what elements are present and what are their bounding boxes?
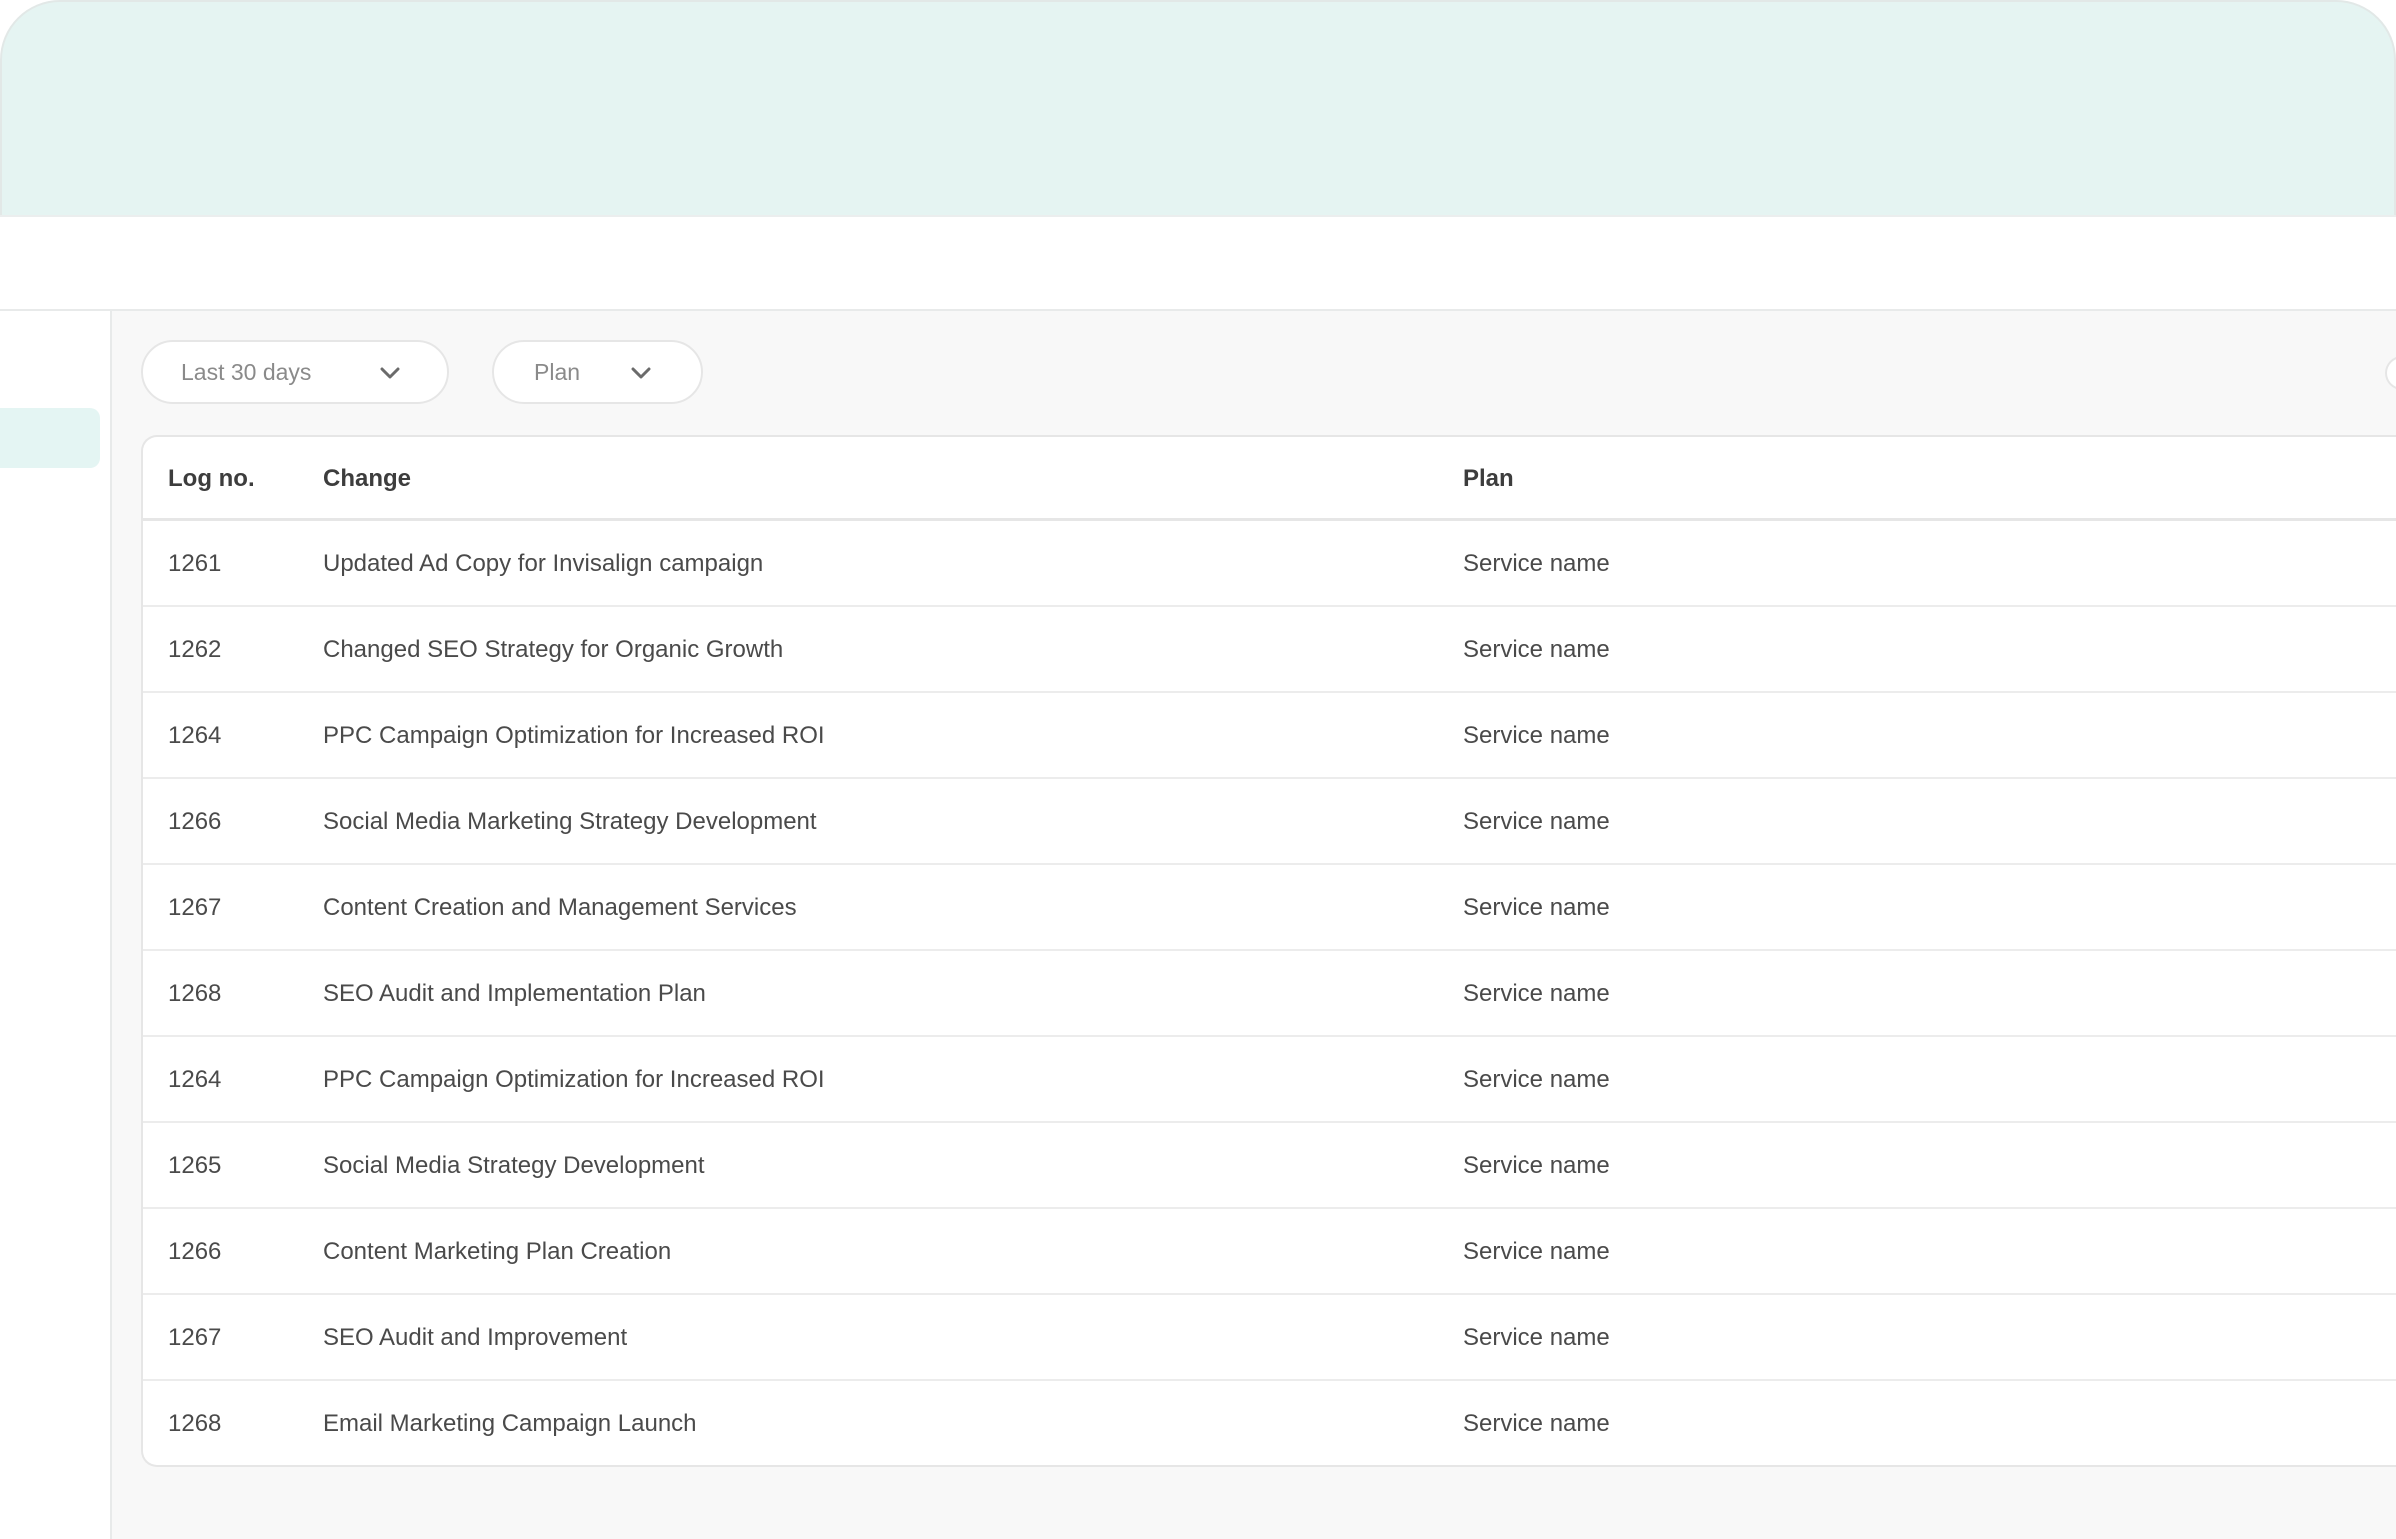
cell-log-no: 1267 <box>168 1324 222 1351</box>
table-row[interactable]: 1267 SEO Audit and Improvement Service nam… <box>143 1295 2396 1381</box>
date-range-label: Last 30 days <box>181 358 312 385</box>
table-row[interactable]: 1265 Social Media Strategy Development Ser… <box>143 1123 2396 1209</box>
table-row[interactable]: 1261 Updated Ad Copy for Invisalign campa… <box>143 521 2396 607</box>
table-header: Log no. Change Plan <box>143 437 2396 521</box>
cell-plan: Service name <box>1463 894 1610 921</box>
header-bar <box>0 215 2396 311</box>
cell-change: PPC Campaign Optimization for Increased … <box>323 722 825 749</box>
chevron-down-icon <box>631 367 651 379</box>
cell-plan: Service name <box>1463 722 1610 749</box>
cell-log-no: 1261 <box>168 550 222 577</box>
cell-change: Content Marketing Plan Creation <box>323 1238 672 1265</box>
main-content: Last 30 days Plan Log no. Change Plan 12… <box>112 311 2396 1539</box>
cell-plan: Service name <box>1463 550 1610 577</box>
sidebar <box>0 311 112 1539</box>
cell-change: SEO Audit and Improvement <box>323 1324 628 1351</box>
sidebar-item-active[interactable] <box>0 408 100 468</box>
cell-change: PPC Campaign Optimization for Increased … <box>323 1066 825 1093</box>
date-range-dropdown[interactable]: Last 30 days <box>141 340 449 404</box>
table-row[interactable]: 1262 Changed SEO Strategy for Organic Gro… <box>143 607 2396 693</box>
table-row[interactable]: 1268 SEO Audit and Implementation Plan Ser… <box>143 951 2396 1037</box>
table-row[interactable]: 1268 Email Marketing Campaign Launch Servi… <box>143 1381 2396 1465</box>
change-log-table: Log no. Change Plan 1261 Updated Ad Copy … <box>141 435 2396 1467</box>
cell-change: Updated Ad Copy for Invisalign campaign <box>323 550 764 577</box>
cell-log-no: 1268 <box>168 980 222 1007</box>
cell-change: Changed SEO Strategy for Organic Growth <box>323 636 784 663</box>
cell-plan: Service name <box>1463 980 1610 1007</box>
table-row[interactable]: 1266 Content Marketing Plan Creation Servi… <box>143 1209 2396 1295</box>
cell-change: Social Media Marketing Strategy Developm… <box>323 808 817 835</box>
cell-plan: Service name <box>1463 636 1610 663</box>
cell-change: Social Media Strategy Development <box>323 1152 705 1179</box>
cell-change: SEO Audit and Implementation Plan <box>323 980 706 1007</box>
cell-change: Content Creation and Management Services <box>323 894 797 921</box>
column-header-log-no[interactable]: Log no. <box>168 437 255 521</box>
column-header-plan[interactable]: Plan <box>1463 437 1514 521</box>
cell-plan: Service name <box>1463 1410 1610 1437</box>
cell-log-no: 1268 <box>168 1410 222 1437</box>
table-row[interactable]: 1264 PPC Campaign Optimization for Increa… <box>143 1037 2396 1123</box>
cell-plan: Service name <box>1463 1324 1610 1351</box>
cell-log-no: 1266 <box>168 808 222 835</box>
top-banner <box>0 0 2396 215</box>
cell-log-no: 1266 <box>168 1238 222 1265</box>
cell-plan: Service name <box>1463 1066 1610 1093</box>
plan-dropdown-label: Plan <box>534 358 581 385</box>
toolbar-control-partial[interactable] <box>2385 356 2396 390</box>
plan-dropdown[interactable]: Plan <box>492 340 703 404</box>
cell-plan: Service name <box>1463 808 1610 835</box>
cell-log-no: 1264 <box>168 1066 222 1093</box>
table-row[interactable]: 1264 PPC Campaign Optimization for Increa… <box>143 693 2396 779</box>
cell-plan: Service name <box>1463 1238 1610 1265</box>
cell-plan: Service name <box>1463 1152 1610 1179</box>
cell-log-no: 1267 <box>168 894 222 921</box>
cell-log-no: 1265 <box>168 1152 222 1179</box>
column-header-change[interactable]: Change <box>323 437 411 521</box>
cell-change: Email Marketing Campaign Launch <box>323 1410 697 1437</box>
chevron-down-icon <box>380 367 400 379</box>
table-row[interactable]: 1267 Content Creation and Management Serv… <box>143 865 2396 951</box>
cell-log-no: 1264 <box>168 722 222 749</box>
table-row[interactable]: 1266 Social Media Marketing Strategy Deve… <box>143 779 2396 865</box>
cell-log-no: 1262 <box>168 636 222 663</box>
